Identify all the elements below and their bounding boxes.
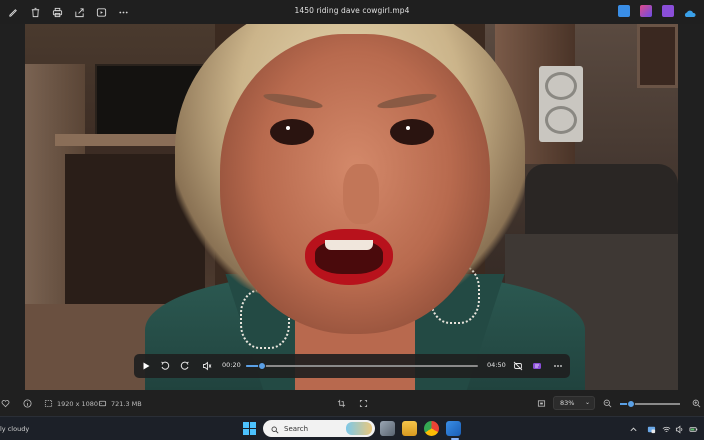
zoom-slider[interactable] — [620, 400, 680, 408]
chevron-up-icon[interactable] — [628, 424, 638, 434]
clipchamp-edit-icon[interactable] — [531, 360, 543, 372]
teeth — [325, 240, 373, 250]
app-shortcuts — [618, 5, 696, 17]
zoom-dropdown[interactable]: 83% ⌄ — [553, 396, 595, 410]
window-title: 1450 riding dave cowgirl.mp4 — [294, 6, 410, 15]
total-duration: 04:50 — [487, 361, 506, 369]
status-bar: 1920 x 1080 721.3 MB 83% ⌄ — [0, 391, 704, 416]
photos-app-icon[interactable] — [618, 5, 630, 17]
current-time: 00:20 — [222, 361, 241, 369]
rewind-10-button[interactable] — [159, 360, 171, 372]
file-size-text: 721.3 MB — [111, 399, 142, 408]
eye — [270, 119, 314, 145]
zoom-in-icon[interactable] — [692, 399, 701, 408]
task-view-icon[interactable] — [380, 421, 395, 436]
repeat-off-icon[interactable] — [512, 360, 524, 372]
background-air-conditioner — [539, 66, 583, 142]
photos-taskbar-icon[interactable] — [446, 421, 461, 436]
chrome-icon[interactable] — [424, 421, 439, 436]
seek-handle[interactable] — [258, 362, 266, 370]
fan — [545, 72, 577, 100]
windows-start-icon[interactable] — [243, 422, 256, 435]
file-explorer-icon[interactable] — [402, 421, 417, 436]
media-viewer-window: 1450 riding dave cowgirl.mp4 00:20 04:50… — [0, 0, 704, 440]
seek-bar[interactable] — [246, 362, 478, 370]
zoom-out-icon[interactable] — [603, 399, 612, 408]
designer-app-icon[interactable] — [640, 5, 652, 17]
search-highlight-image — [346, 422, 372, 435]
more-options-icon[interactable] — [552, 360, 564, 372]
info-icon[interactable] — [23, 399, 32, 408]
wifi-icon[interactable] — [661, 424, 671, 434]
fit-to-window-icon[interactable] — [359, 399, 368, 408]
image-size-icon — [44, 399, 53, 408]
fan — [545, 106, 577, 134]
chevron-down-icon: ⌄ — [584, 399, 590, 406]
zoom-value: 83% — [560, 399, 575, 407]
video-frame[interactable] — [25, 24, 678, 390]
play-button[interactable] — [140, 360, 152, 372]
weather-widget[interactable]: ly cloudy — [0, 425, 29, 433]
resolution-text: 1920 x 1080 — [57, 399, 99, 408]
onedrive-icon[interactable] — [684, 5, 696, 17]
nose — [343, 164, 379, 224]
mute-icon[interactable] — [201, 360, 213, 372]
taskbar: ly cloudy Search — [0, 416, 704, 440]
title-bar: 1450 riding dave cowgirl.mp4 — [0, 0, 704, 24]
tray-app-icon[interactable] — [646, 424, 656, 434]
favorite-heart-icon[interactable] — [1, 399, 10, 408]
search-label: Search — [284, 424, 309, 433]
file-size-info: 721.3 MB — [98, 399, 142, 408]
crop-icon[interactable] — [337, 399, 346, 408]
battery-icon[interactable] — [688, 424, 698, 434]
volume-icon[interactable] — [674, 424, 684, 434]
search-icon — [271, 419, 279, 438]
clipchamp-app-icon[interactable] — [662, 5, 674, 17]
storage-icon — [98, 399, 107, 408]
eye — [390, 119, 434, 145]
zoom-slider-handle[interactable] — [626, 400, 635, 408]
background-picture-frame — [637, 24, 678, 88]
taskbar-search-box[interactable]: Search — [263, 420, 375, 437]
forward-30-button[interactable] — [179, 360, 191, 372]
resolution-info: 1920 x 1080 — [44, 399, 98, 408]
media-controls: 00:20 04:50 — [134, 354, 570, 378]
actual-size-icon[interactable] — [537, 399, 546, 408]
